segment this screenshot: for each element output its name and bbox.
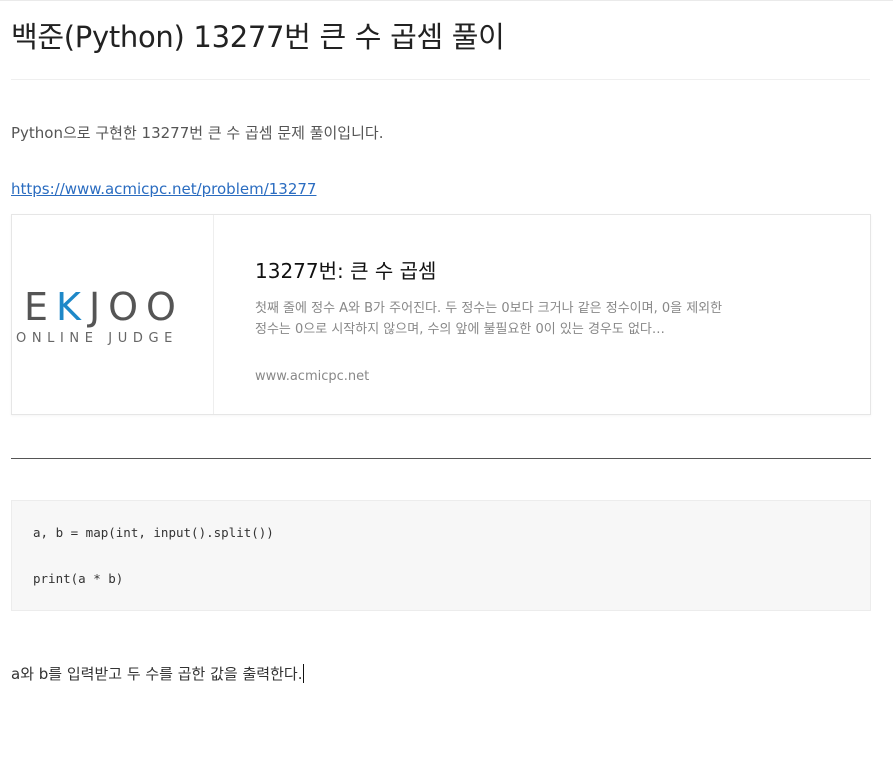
intro-paragraph[interactable]: Python으로 구현한 13277번 큰 수 곱셈 문제 풀이입니다.: [11, 122, 383, 143]
logo-subtitle: ONLINE JUDGE: [16, 331, 178, 346]
logo-letter-e: E: [24, 285, 57, 329]
post-title[interactable]: 백준(Python) 13277번 큰 수 곱셈 풀이: [11, 14, 505, 56]
preview-host: www.acmicpc.net: [255, 369, 370, 384]
horizontal-rule: [11, 458, 871, 459]
outro-paragraph[interactable]: a와 b를 입력받고 두 수를 곱한 값을 출력한다.: [11, 663, 305, 684]
logo-letter-k: K: [56, 285, 89, 329]
problem-link[interactable]: https://www.acmicpc.net/problem/13277: [11, 180, 316, 198]
code-line: print(a * b): [33, 571, 124, 586]
preview-thumbnail: EKJOO ONLINE JUDGE: [12, 215, 214, 414]
text-cursor: [303, 664, 305, 683]
code-block[interactable]: a, b = map(int, input().split()) print(a…: [11, 500, 871, 611]
title-divider: [11, 79, 870, 80]
baekjoon-logo: EKJOO: [24, 285, 184, 329]
outro-text: a와 b를 입력받고 두 수를 곱한 값을 출력한다.: [11, 665, 303, 683]
blog-post-editor: 백준(Python) 13277번 큰 수 곱셈 풀이 Python으로 구현한…: [0, 0, 893, 759]
preview-body: 13277번: 큰 수 곱셈 첫째 줄에 정수 A와 B가 주어진다. 두 정수…: [214, 215, 870, 414]
logo-letters-joo: JOO: [88, 285, 184, 329]
preview-description: 첫째 줄에 정수 A와 B가 주어진다. 두 정수는 0보다 크거나 같은 정수…: [255, 301, 723, 337]
link-preview-card[interactable]: EKJOO ONLINE JUDGE 13277번: 큰 수 곱셈 첫째 줄에 …: [11, 214, 871, 415]
code-line: a, b = map(int, input().split()): [33, 525, 274, 540]
preview-title: 13277번: 큰 수 곱셈: [255, 259, 437, 283]
